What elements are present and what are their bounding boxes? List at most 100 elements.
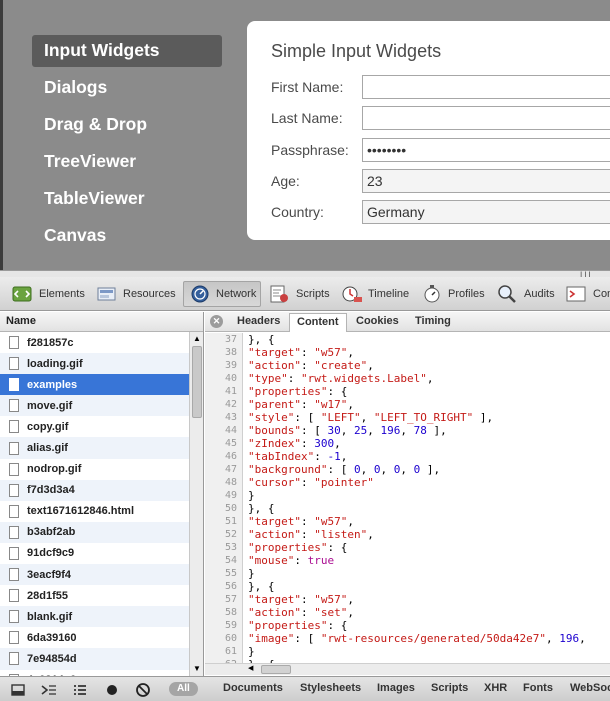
resource-list-panel: Name f281857c loading.gif examples move.gif… bbox=[0, 312, 204, 676]
nav-item-drag-drop[interactable]: Drag & Drop bbox=[32, 109, 222, 141]
resource-row[interactable]: b3abf2ab bbox=[0, 521, 189, 543]
resource-row[interactable]: copy.gif bbox=[0, 416, 189, 437]
line-number: 48 bbox=[224, 477, 237, 488]
tab-elements-label: Elements bbox=[39, 288, 85, 300]
resource-row[interactable]: loading.gif bbox=[0, 353, 189, 375]
code-line: } bbox=[248, 645, 255, 658]
tab-resources[interactable]: Resources bbox=[91, 281, 180, 307]
tab-console[interactable]: Con bbox=[561, 281, 610, 307]
name-column-header[interactable]: Name bbox=[0, 312, 203, 332]
resource-row[interactable]: 3eacf9f4 bbox=[0, 564, 189, 586]
resource-row[interactable]: examples bbox=[0, 374, 189, 396]
age-spinner[interactable] bbox=[362, 169, 610, 193]
file-icon bbox=[9, 378, 19, 392]
filter-all[interactable]: All bbox=[169, 682, 198, 696]
filter-images[interactable]: Images bbox=[377, 682, 415, 694]
tab-cookies[interactable]: Cookies bbox=[349, 313, 406, 332]
nav-item-dialogs[interactable]: Dialogs bbox=[32, 72, 222, 104]
code-line: "properties": { bbox=[248, 541, 348, 554]
resource-row[interactable]: nodrop.gif bbox=[0, 459, 189, 480]
filter-websockets[interactable]: WebSoc bbox=[570, 682, 610, 694]
resource-list-scrollbar[interactable]: ▲ ▼ bbox=[189, 332, 203, 676]
tab-scripts[interactable]: Scripts bbox=[264, 281, 334, 307]
resource-row[interactable]: f7d3d3a4 bbox=[0, 479, 189, 501]
nav-item-treeviewer[interactable]: TreeViewer bbox=[32, 146, 222, 178]
tab-content[interactable]: Content bbox=[289, 313, 347, 332]
scroll-left-icon[interactable]: ◀ bbox=[248, 664, 253, 672]
resource-row[interactable]: 28d1f55 bbox=[0, 585, 189, 606]
tab-timeline[interactable]: Timeline bbox=[336, 281, 413, 307]
tab-network[interactable]: Network bbox=[183, 281, 262, 307]
content-h-scrollbar[interactable]: ◀ bbox=[205, 663, 610, 675]
file-icon bbox=[9, 546, 19, 560]
line-number: 57 bbox=[224, 594, 237, 605]
line-number: 59 bbox=[224, 620, 237, 631]
detail-tabs: ✕ Headers Content Cookies Timing bbox=[205, 312, 610, 332]
nav-item-input-widgets[interactable]: Input Widgets bbox=[32, 35, 222, 67]
resource-name: 3eacf9f4 bbox=[27, 568, 72, 581]
console-icon bbox=[566, 286, 586, 302]
code-line: "mouse": true bbox=[248, 554, 335, 567]
resource-row[interactable]: text1671612846.html bbox=[0, 501, 189, 522]
tab-timing[interactable]: Timing bbox=[408, 313, 458, 332]
network-icon bbox=[191, 285, 209, 303]
tab-headers[interactable]: Headers bbox=[230, 313, 287, 332]
line-number: 41 bbox=[224, 386, 237, 397]
nav-item-tableviewer[interactable]: TableViewer bbox=[32, 183, 222, 215]
nav-item-canvas[interactable]: Canvas bbox=[32, 220, 222, 252]
passphrase-input[interactable] bbox=[362, 138, 610, 162]
tab-network-label: Network bbox=[216, 288, 257, 300]
code-line: "zIndex": 300, bbox=[248, 437, 341, 450]
resource-name: b3abf2ab bbox=[27, 526, 76, 539]
code-line: }, { bbox=[248, 333, 275, 346]
resource-row[interactable]: 91dcf9c9 bbox=[0, 543, 189, 564]
filter-scripts[interactable]: Scripts bbox=[431, 682, 468, 694]
scroll-up-icon[interactable]: ▲ bbox=[193, 334, 201, 343]
tab-console-label: Con bbox=[593, 288, 610, 300]
last-name-input[interactable] bbox=[362, 106, 610, 130]
console-toggle-icon[interactable] bbox=[40, 681, 58, 698]
resource-row[interactable]: move.gif bbox=[0, 395, 189, 417]
image-file-icon bbox=[9, 420, 19, 434]
resource-row[interactable]: alias.gif bbox=[0, 437, 189, 459]
tab-audits-label: Audits bbox=[524, 288, 555, 300]
code-line: "action": "listen", bbox=[248, 528, 374, 541]
country-label: Country: bbox=[271, 204, 324, 220]
devtools-splitter[interactable]: ||| bbox=[0, 270, 610, 279]
filter-fonts[interactable]: Fonts bbox=[523, 682, 553, 694]
resource-name: loading.gif bbox=[27, 357, 83, 370]
filter-stylesheets[interactable]: Stylesheets bbox=[300, 682, 361, 694]
tab-elements[interactable]: Elements bbox=[7, 281, 89, 307]
scroll-down-icon[interactable]: ▼ bbox=[193, 664, 201, 673]
nav-menu: Input Widgets Dialogs Drag & Drop TreeVi… bbox=[32, 35, 222, 257]
tab-profiles[interactable]: Profiles bbox=[416, 281, 489, 307]
dock-icon[interactable] bbox=[10, 681, 26, 698]
code-line: "type": "rwt.widgets.Label", bbox=[248, 372, 434, 385]
country-combo[interactable] bbox=[362, 200, 610, 224]
resource-row[interactable]: f281857c bbox=[0, 332, 189, 353]
content-viewer[interactable]: 37 38 39 40 41 42 43 44 45 46 47 48 49 50 51 52 53 54 55 56… bbox=[205, 333, 610, 663]
scroll-thumb[interactable] bbox=[192, 346, 202, 418]
record-icon[interactable] bbox=[104, 681, 120, 698]
card-title: Simple Input Widgets bbox=[271, 41, 442, 61]
devtools-toolbar: Elements Resources Network Scripts Timel… bbox=[0, 277, 610, 311]
line-number: 51 bbox=[224, 516, 237, 527]
resource-name: 28d1f55 bbox=[27, 589, 68, 602]
filter-xhr[interactable]: XHR bbox=[484, 682, 507, 694]
tab-audits[interactable]: Audits bbox=[492, 281, 559, 307]
filter-documents[interactable]: Documents bbox=[223, 682, 283, 694]
resource-row[interactable]: 6da39160 bbox=[0, 627, 189, 648]
code-line: "action": "create", bbox=[248, 359, 374, 372]
resources-icon bbox=[97, 287, 116, 301]
first-name-label: First Name: bbox=[271, 79, 344, 95]
h-scroll-thumb[interactable] bbox=[261, 665, 291, 674]
close-icon[interactable]: ✕ bbox=[210, 315, 223, 328]
resource-name: move.gif bbox=[27, 399, 73, 412]
first-name-input[interactable] bbox=[362, 75, 610, 99]
file-icon bbox=[9, 504, 19, 518]
clear-icon[interactable] bbox=[135, 681, 151, 698]
resource-row[interactable]: blank.gif bbox=[0, 606, 189, 628]
code-line: }, { bbox=[248, 502, 275, 515]
list-view-icon[interactable] bbox=[72, 681, 88, 698]
resource-row[interactable]: 7e94854d bbox=[0, 648, 189, 670]
